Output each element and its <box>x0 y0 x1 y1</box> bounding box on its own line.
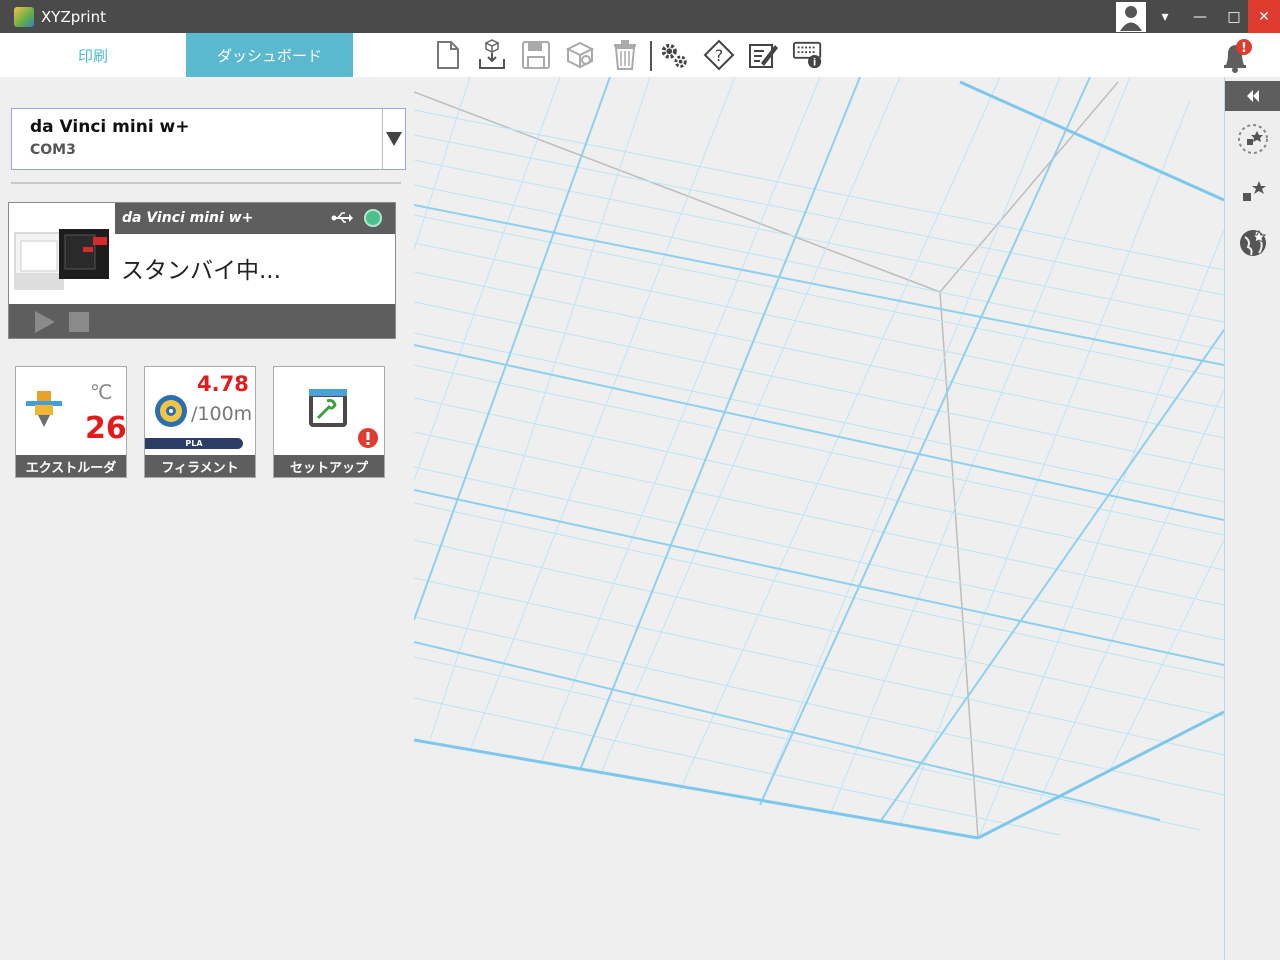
toolbar-separator <box>650 41 652 71</box>
trash-icon[interactable] <box>609 39 641 71</box>
setup-label: セットアップ <box>274 455 384 477</box>
status-header: da Vinci mini w+ <box>115 203 395 234</box>
edit-icon[interactable] <box>747 39 779 71</box>
status-model-name: da Vinci mini w+ <box>122 210 254 226</box>
view-icon[interactable] <box>1237 123 1269 155</box>
extruder-temperature: 26 <box>85 411 127 446</box>
bell-icon[interactable]: ! <box>1218 38 1254 74</box>
save-icon[interactable] <box>520 39 552 71</box>
object-select-icon[interactable] <box>1237 175 1269 207</box>
build-volume-grid <box>414 77 1224 840</box>
divider <box>11 182 401 184</box>
minimize-button[interactable]: — <box>1183 0 1217 33</box>
menu-dropdown-button[interactable]: ▾ <box>1148 0 1182 33</box>
toolbar: 印刷 ダッシュボード ? i ! <box>0 33 1280 77</box>
settings-icon[interactable] <box>658 39 690 71</box>
filament-type-badge: PLA <box>145 438 243 449</box>
import-icon[interactable] <box>476 39 508 71</box>
play-icon[interactable] <box>33 311 55 337</box>
3d-viewport[interactable] <box>414 77 1224 960</box>
close-button[interactable]: ✕ <box>1248 0 1280 33</box>
extruder-tile[interactable]: ℃ 26 エクストルーダ <box>15 366 127 478</box>
print-controls <box>9 304 395 338</box>
tab-dashboard[interactable]: ダッシュボード <box>186 33 353 77</box>
alert-icon <box>358 428 378 452</box>
stop-icon[interactable] <box>69 312 89 336</box>
globe-icon[interactable] <box>1237 227 1269 259</box>
app-icon <box>14 7 34 27</box>
window-title: XYZprint <box>41 8 106 26</box>
printer-image <box>9 203 115 304</box>
filament-remaining: 4.78 <box>197 372 249 396</box>
printer-name: da Vinci mini w+ <box>30 117 190 137</box>
extruder-label: エクストルーダ <box>16 455 126 477</box>
printer-select[interactable]: da Vinci mini w+ COM3 <box>11 108 406 170</box>
maximize-button[interactable]: □ <box>1217 0 1251 33</box>
rail-collapse-icon[interactable] <box>1225 81 1280 111</box>
object-icon[interactable] <box>564 39 596 71</box>
dashboard-panel: da Vinci mini w+ COM3 da Vinci mini w+ ス… <box>0 77 410 960</box>
temperature-unit: ℃ <box>90 380 113 404</box>
tab-print[interactable]: 印刷 <box>0 33 186 77</box>
printer-status-card: da Vinci mini w+ スタンバイ中... <box>8 202 396 339</box>
filament-tile[interactable]: 4.78 /100m PLA フィラメント <box>144 366 256 478</box>
filament-spool-icon <box>153 393 189 433</box>
usb-icon <box>331 209 353 231</box>
svg-text:?: ? <box>715 46 724 65</box>
filament-total: /100m <box>191 403 253 425</box>
new-file-icon[interactable] <box>432 39 464 71</box>
svg-text:i: i <box>813 57 816 68</box>
user-icon[interactable] <box>1116 2 1146 32</box>
extruder-icon <box>24 389 64 433</box>
keyboard-info-icon[interactable]: i <box>792 39 824 71</box>
svg-text:!: ! <box>1241 41 1247 56</box>
setup-tile[interactable]: セットアップ <box>273 366 385 478</box>
chevron-down-icon[interactable] <box>382 109 405 169</box>
connection-status-led <box>364 209 382 227</box>
wrench-icon <box>307 387 351 435</box>
printer-status-text: スタンバイ中... <box>121 258 281 284</box>
printer-port: COM3 <box>30 142 76 158</box>
help-icon[interactable]: ? <box>703 39 735 71</box>
title-bar: XYZprint ▾ — □ ✕ <box>0 0 1280 33</box>
filament-label: フィラメント <box>145 455 255 477</box>
right-toolbar <box>1224 77 1280 960</box>
